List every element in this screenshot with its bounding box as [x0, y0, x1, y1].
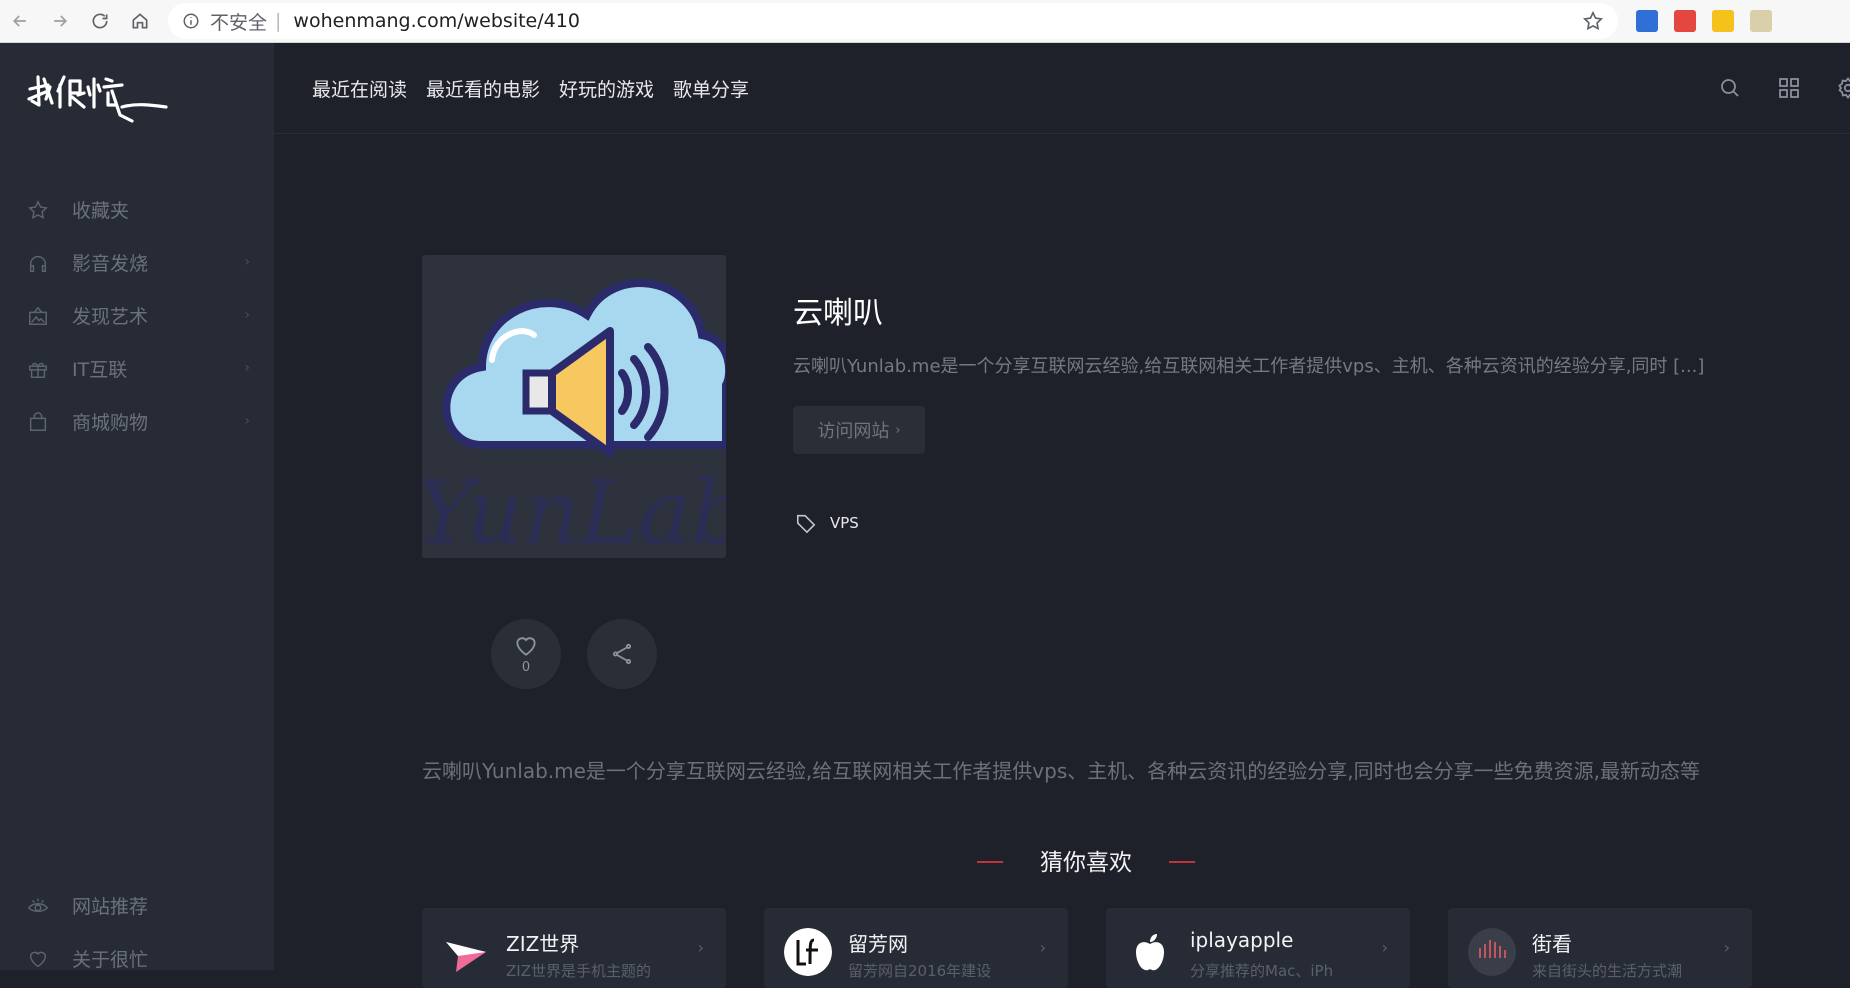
- site-title: 云喇叭: [793, 296, 883, 331]
- apple-logo-icon: [1136, 934, 1164, 971]
- sidebar-item-it[interactable]: IT互联 ›: [0, 342, 274, 395]
- forward-button[interactable]: [40, 0, 80, 42]
- notes-extension-icon[interactable]: [1674, 10, 1696, 32]
- gear-icon[interactable]: [1836, 76, 1850, 100]
- sidebar-bottom-menu: 网站推荐 关于很忙: [0, 879, 274, 985]
- sidebar-item-label: 商城购物: [72, 412, 149, 434]
- nav-link-playlists[interactable]: 歌单分享: [673, 75, 749, 102]
- site-logo[interactable]: [26, 71, 172, 131]
- visit-website-button[interactable]: 访问网站 ›: [793, 406, 925, 454]
- recommend-card[interactable]: 街看 来自街头的生活方式潮 ›: [1448, 908, 1752, 988]
- heading-dash-left: [977, 861, 1003, 863]
- site-tag[interactable]: VPS: [795, 512, 859, 534]
- nav-link-movies[interactable]: 最近看的电影: [426, 75, 540, 102]
- back-button[interactable]: [0, 0, 40, 42]
- topnav-links: 最近在阅读 最近看的电影 好玩的游戏 歌单分享: [312, 43, 749, 133]
- like-button[interactable]: 0: [491, 619, 561, 689]
- headphones-icon: [29, 255, 47, 272]
- picture-icon: [29, 306, 47, 325]
- chevron-right-icon: ›: [244, 307, 250, 323]
- info-icon: [183, 13, 199, 29]
- nav-link-reading[interactable]: 最近在阅读: [312, 75, 407, 102]
- sidebar-item-recommend[interactable]: 网站推荐: [0, 879, 274, 932]
- sidebar-item-art[interactable]: 发现艺术 ›: [0, 289, 274, 342]
- sidebar-item-label: 关于很忙: [72, 949, 149, 971]
- chevron-right-icon: ›: [244, 413, 250, 429]
- share-icon: [612, 643, 632, 665]
- home-icon: [132, 13, 148, 29]
- topnav-icons: [1683, 43, 1850, 133]
- sidebar: 收藏夹 影音发烧 › 发现艺术 › IT互联 › 商城购物 › 网站推荐 关于很…: [0, 43, 274, 971]
- recommend-card-title: iplayapple: [1190, 928, 1294, 952]
- reload-button[interactable]: [80, 0, 120, 42]
- lf-logo-icon: [784, 928, 832, 976]
- sidebar-item-label: 影音发烧: [72, 253, 149, 275]
- sidebar-item-audio-video[interactable]: 影音发烧 ›: [0, 236, 274, 289]
- sidebar-item-favorites[interactable]: 收藏夹: [0, 183, 274, 236]
- recommend-card[interactable]: iplayapple 分享推荐的Mac、iPh ›: [1106, 908, 1410, 988]
- recommend-card-subtitle: 分享推荐的Mac、iPh: [1190, 962, 1334, 980]
- sidebar-menu: 收藏夹 影音发烧 › 发现艺术 › IT互联 › 商城购物 ›: [0, 183, 274, 448]
- search-icon[interactable]: [1718, 76, 1742, 100]
- like-count: 0: [521, 660, 531, 675]
- street-logo-icon: [1468, 928, 1516, 976]
- star-icon: [28, 199, 48, 219]
- recommend-card[interactable]: 留芳网 留芳网自2016年建设 ›: [764, 908, 1068, 988]
- arrow-left-icon: [12, 15, 26, 27]
- address-separator: |: [275, 10, 282, 32]
- recommend-card-subtitle: 留芳网自2016年建设: [848, 962, 992, 980]
- top-navigation: 最近在阅读 最近看的电影 好玩的游戏 歌单分享: [274, 43, 1850, 134]
- heading-dash-right: [1169, 861, 1195, 863]
- site-thumbnail: YunLab: [422, 255, 726, 558]
- tag-icon: [796, 514, 816, 534]
- recommend-title: 猜你喜欢: [1040, 850, 1132, 876]
- url-text: wohenmang.com/website/410: [293, 10, 580, 32]
- cloud-speaker-logo: YunLab: [422, 279, 726, 558]
- reload-icon: [92, 13, 108, 29]
- extensions-area: [1636, 10, 1772, 32]
- chevron-right-icon: ›: [244, 254, 250, 270]
- security-label: 不安全: [210, 11, 268, 34]
- recommend-card-title: 留芳网: [848, 932, 908, 956]
- thumb-watermark-text: YunLab: [422, 461, 726, 558]
- sidebar-item-shopping[interactable]: 商城购物 ›: [0, 395, 274, 448]
- browser-toolbar: 不安全 | wohenmang.com/website/410: [0, 0, 1850, 43]
- recommend-card-title: 街看: [1532, 932, 1572, 956]
- site-long-description: 云喇叭Yunlab.me是一个分享互联网云经验,给互联网相关工作者提供vps、主…: [422, 759, 1700, 783]
- heart-icon: [29, 951, 47, 967]
- site-description: 云喇叭Yunlab.me是一个分享互联网云经验,给互联网相关工作者提供vps、主…: [793, 356, 1705, 377]
- tag-label: VPS: [830, 514, 859, 532]
- sidebar-item-about[interactable]: 关于很忙: [0, 932, 274, 985]
- paper-plane-icon: [446, 942, 486, 972]
- sidebar-item-label: IT互联: [72, 359, 128, 381]
- nav-link-games[interactable]: 好玩的游戏: [559, 75, 654, 102]
- share-button[interactable]: [587, 619, 657, 689]
- arrow-right-icon: [54, 15, 68, 27]
- heart-icon: [516, 637, 536, 656]
- chevron-right-icon: ›: [697, 938, 704, 957]
- bookmark-star-icon[interactable]: [1582, 10, 1604, 32]
- recommend-card-subtitle: 来自街头的生活方式潮: [1532, 962, 1683, 980]
- save-extension-icon[interactable]: [1636, 10, 1658, 32]
- address-bar[interactable]: 不安全 | wohenmang.com/website/410: [168, 3, 1618, 39]
- chevron-right-icon: ›: [1039, 938, 1046, 957]
- home-button[interactable]: [120, 0, 160, 42]
- chevron-right-icon: ›: [1723, 938, 1730, 957]
- recommend-card-subtitle: ZIZ世界是手机主题的: [506, 962, 651, 980]
- chevron-right-icon: ›: [244, 360, 250, 376]
- shopping-bag-icon: [29, 411, 47, 431]
- sidebar-item-label: 网站推荐: [72, 896, 149, 918]
- gift-icon: [29, 362, 47, 378]
- chevron-right-icon: ›: [895, 422, 901, 438]
- grid-icon[interactable]: [1777, 76, 1801, 100]
- chat-extension-icon[interactable]: [1712, 10, 1734, 32]
- visit-website-label: 访问网站: [817, 421, 890, 442]
- sidebar-item-label: 收藏夹: [72, 200, 130, 222]
- recommend-card[interactable]: ZIZ世界 ZIZ世界是手机主题的 ›: [422, 908, 726, 988]
- recommend-card-title: ZIZ世界: [506, 932, 580, 956]
- sidebar-item-label: 发现艺术: [72, 306, 149, 328]
- chevron-right-icon: ›: [1381, 938, 1388, 957]
- image-extension-icon[interactable]: [1750, 10, 1772, 32]
- eye-icon: [27, 898, 49, 912]
